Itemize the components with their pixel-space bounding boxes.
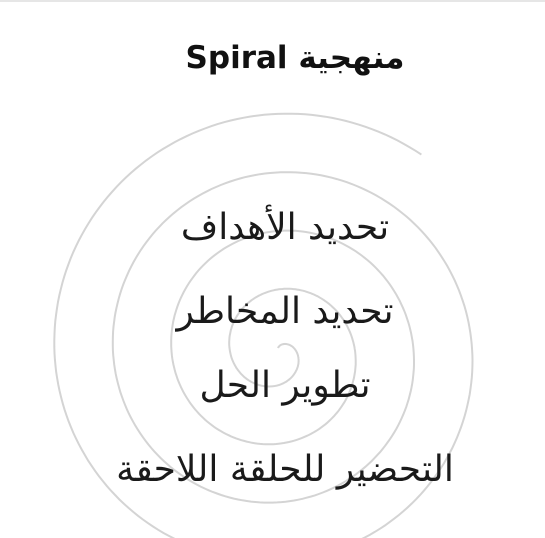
step-define-objectives: تحديد الأهداف [180,207,390,248]
page-title-text: منهجية Spiral [185,40,405,76]
step-develop-solution: تطوير الحل [199,365,371,406]
step-identify-risks: تحديد المخاطر [176,291,394,332]
step-plan-next-cycle: التحضير للحلقة اللاحقة [116,449,454,490]
page-title: منهجية Spiral [0,38,545,78]
